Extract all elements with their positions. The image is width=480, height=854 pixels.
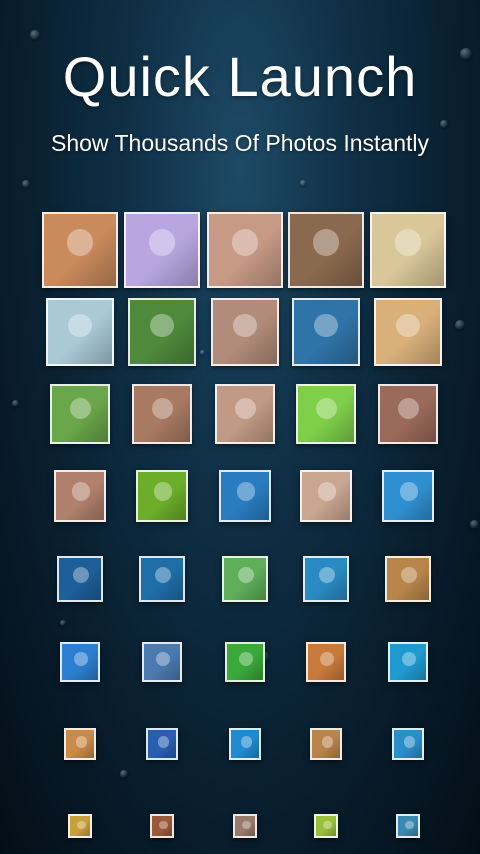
photo-thumbnail[interactable] xyxy=(150,814,174,838)
photo-thumbnail[interactable] xyxy=(300,470,352,522)
photo-thumbnail[interactable] xyxy=(207,212,283,288)
photo-thumbnail[interactable] xyxy=(132,384,192,444)
photo-thumbnail[interactable] xyxy=(378,384,438,444)
photo-thumbnail[interactable] xyxy=(68,814,92,838)
photo-grid xyxy=(0,0,480,854)
photo-thumbnail[interactable] xyxy=(42,212,118,288)
photo-thumbnail[interactable] xyxy=(374,298,442,366)
photo-thumbnail[interactable] xyxy=(310,728,342,760)
photo-thumbnail[interactable] xyxy=(396,814,420,838)
photo-thumbnail[interactable] xyxy=(211,298,279,366)
photo-thumbnail[interactable] xyxy=(146,728,178,760)
photo-thumbnail[interactable] xyxy=(57,556,103,602)
photo-thumbnail[interactable] xyxy=(124,212,200,288)
photo-thumbnail[interactable] xyxy=(370,212,446,288)
photo-thumbnail[interactable] xyxy=(388,642,428,682)
photo-thumbnail[interactable] xyxy=(292,298,360,366)
photo-thumbnail[interactable] xyxy=(392,728,424,760)
photo-thumbnail[interactable] xyxy=(215,384,275,444)
photo-thumbnail[interactable] xyxy=(222,556,268,602)
photo-thumbnail[interactable] xyxy=(306,642,346,682)
photo-thumbnail[interactable] xyxy=(314,814,338,838)
photo-thumbnail[interactable] xyxy=(136,470,188,522)
photo-thumbnail[interactable] xyxy=(296,384,356,444)
photo-thumbnail[interactable] xyxy=(233,814,257,838)
photo-thumbnail[interactable] xyxy=(50,384,110,444)
photo-thumbnail[interactable] xyxy=(139,556,185,602)
photo-thumbnail[interactable] xyxy=(288,212,364,288)
photo-thumbnail[interactable] xyxy=(229,728,261,760)
photo-thumbnail[interactable] xyxy=(219,470,271,522)
photo-thumbnail[interactable] xyxy=(303,556,349,602)
photo-thumbnail[interactable] xyxy=(64,728,96,760)
photo-thumbnail[interactable] xyxy=(142,642,182,682)
photo-thumbnail[interactable] xyxy=(60,642,100,682)
photo-thumbnail[interactable] xyxy=(54,470,106,522)
photo-thumbnail[interactable] xyxy=(385,556,431,602)
photo-thumbnail[interactable] xyxy=(128,298,196,366)
photo-thumbnail[interactable] xyxy=(46,298,114,366)
photo-thumbnail[interactable] xyxy=(225,642,265,682)
photo-thumbnail[interactable] xyxy=(382,470,434,522)
